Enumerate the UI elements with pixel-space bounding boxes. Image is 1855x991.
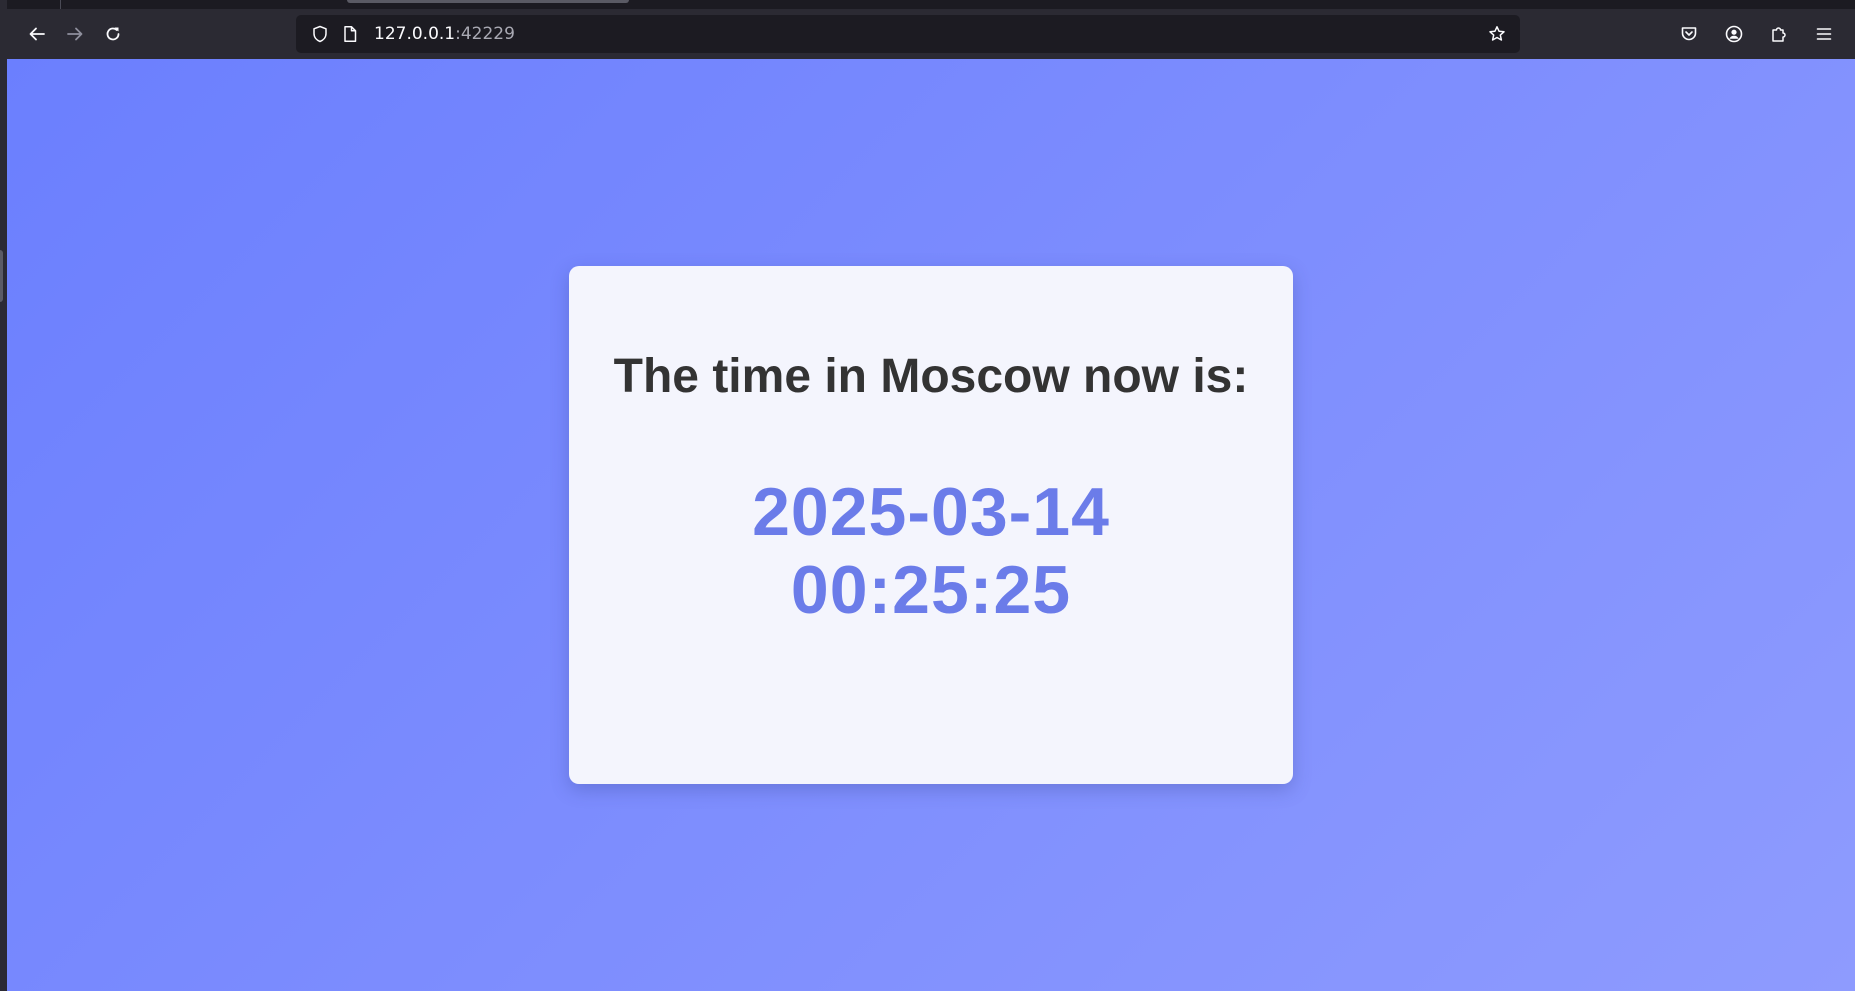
pocket-icon bbox=[1681, 27, 1697, 41]
puzzle-icon bbox=[1772, 27, 1786, 42]
page-info-icon[interactable] bbox=[341, 25, 359, 43]
time-card: The time in Moscow now is: 2025-03-14 00… bbox=[569, 266, 1293, 784]
sidebar-edge bbox=[0, 0, 7, 991]
url-text[interactable]: 127.0.0.1:42229 bbox=[374, 15, 515, 53]
navigation-toolbar: 127.0.0.1:42229 bbox=[7, 9, 1855, 59]
app-menu-button[interactable] bbox=[1808, 18, 1840, 50]
hamburger-menu-icon bbox=[1816, 28, 1832, 40]
moscow-datetime: 2025-03-14 00:25:25 bbox=[611, 473, 1251, 629]
browser-window: 127.0.0.1:42229 The time in Moscow now i… bbox=[0, 0, 1855, 991]
moscow-date: 2025-03-14 bbox=[752, 474, 1110, 550]
address-bar[interactable]: 127.0.0.1:42229 bbox=[296, 15, 1520, 53]
active-tab[interactable] bbox=[347, 0, 629, 3]
extensions-button[interactable] bbox=[1763, 18, 1795, 50]
page-heading: The time in Moscow now is: bbox=[613, 350, 1249, 403]
arrow-right-icon bbox=[67, 27, 83, 41]
url-port: :42229 bbox=[455, 24, 515, 44]
sidebar-resize-handle[interactable] bbox=[0, 250, 3, 302]
back-button[interactable] bbox=[21, 18, 53, 50]
forward-button[interactable] bbox=[59, 18, 91, 50]
shield-icon[interactable] bbox=[311, 25, 329, 43]
pocket-button[interactable] bbox=[1673, 18, 1705, 50]
url-host: 127.0.0.1 bbox=[374, 24, 456, 44]
arrow-left-icon bbox=[29, 27, 45, 41]
page-viewport: The time in Moscow now is: 2025-03-14 00… bbox=[7, 59, 1855, 991]
tab-separator bbox=[60, 0, 61, 9]
reload-icon bbox=[106, 27, 120, 41]
bookmark-star-icon[interactable] bbox=[1488, 25, 1506, 43]
moscow-time: 00:25:25 bbox=[790, 552, 1072, 628]
account-button[interactable] bbox=[1718, 18, 1750, 50]
tab-strip bbox=[7, 0, 1855, 9]
reload-button[interactable] bbox=[97, 18, 129, 50]
account-icon bbox=[1725, 25, 1743, 43]
